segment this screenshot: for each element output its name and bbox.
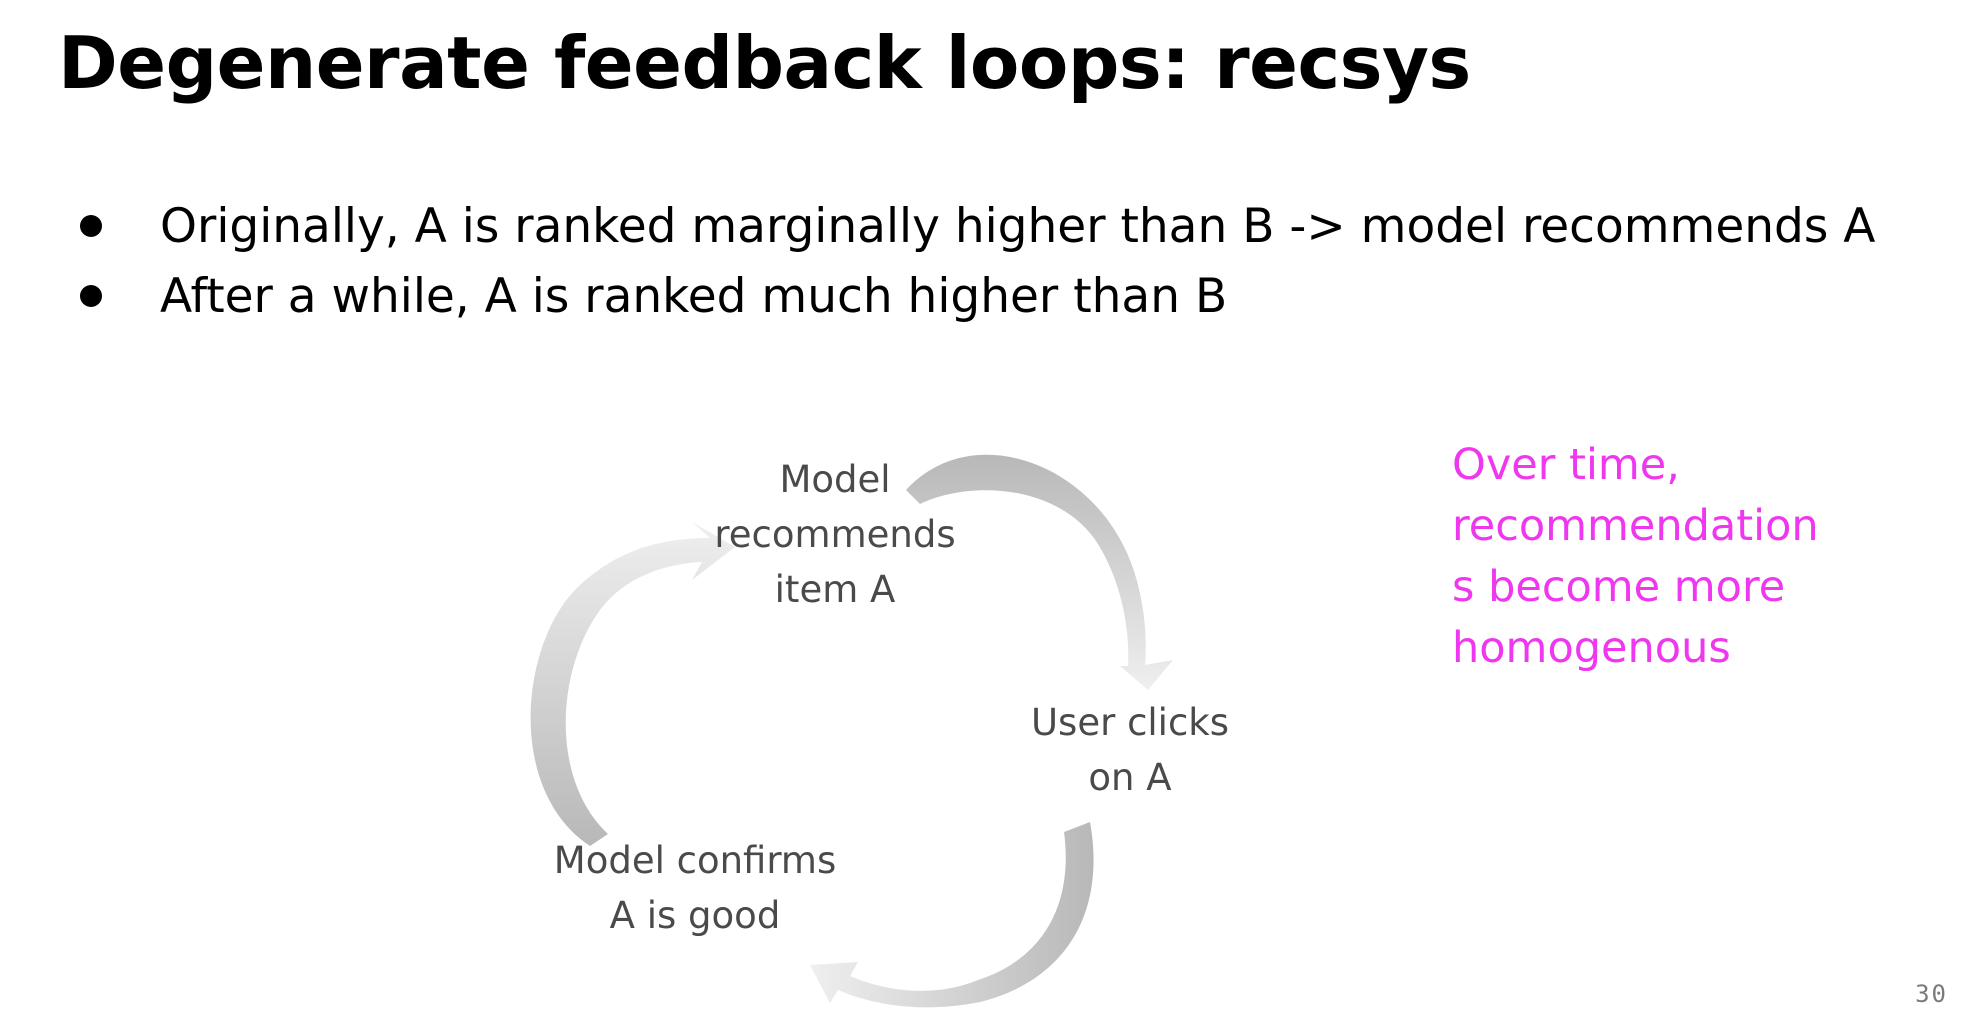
bullet-list: Originally, A is ranked marginally highe…: [72, 192, 1875, 332]
page-number: 30: [1915, 980, 1948, 1008]
node-model-confirms: Model confirms A is good: [553, 839, 837, 937]
node-user-clicks: User clicks on A: [1030, 701, 1230, 799]
slide-title: Degenerate feedback loops: recsys: [58, 21, 1471, 105]
callout-text: Over time, recommendation s become more …: [1452, 440, 1819, 673]
bullet-item: Originally, A is ranked marginally highe…: [72, 192, 1875, 262]
bullet-text: Originally, A is ranked marginally highe…: [160, 199, 1876, 254]
bullet-dot-icon: [80, 215, 102, 237]
bullet-text: After a while, A is ranked much higher t…: [160, 269, 1228, 324]
node-model-recommends: Model recommends item A: [714, 458, 956, 611]
bullet-item: After a while, A is ranked much higher t…: [72, 262, 1875, 332]
bullet-dot-icon: [80, 285, 102, 307]
feedback-loop-diagram: Model recommends item A User clicks on A…: [500, 440, 1260, 1020]
